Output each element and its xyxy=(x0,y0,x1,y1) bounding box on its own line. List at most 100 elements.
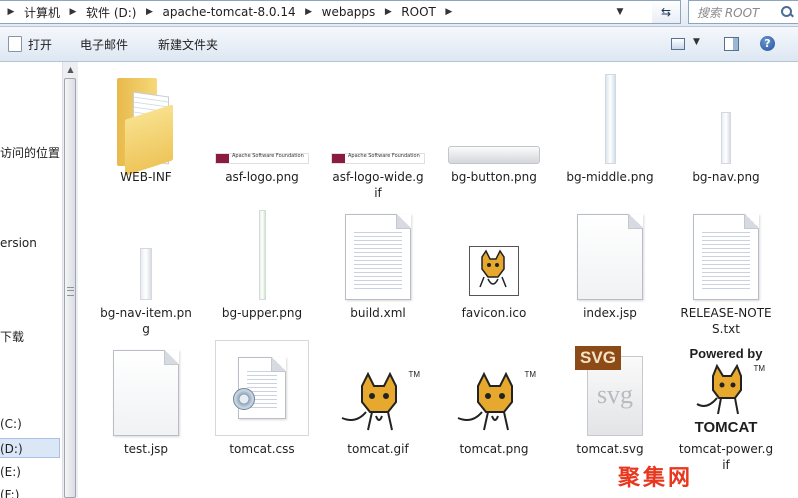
file-item[interactable]: bg-nav.png xyxy=(676,66,776,186)
nav-item-drive-e[interactable]: (E:) xyxy=(0,465,21,479)
nav-item-version[interactable]: ersion xyxy=(0,236,37,250)
navigation-pane: 访问的位置 ersion 下载 (C:) (D:) (E:) (F:) xyxy=(0,62,62,498)
file-name-line-1: RELEASE-NOTE xyxy=(680,306,772,320)
tomcat-favicon-icon xyxy=(444,202,544,302)
breadcrumb-webapps[interactable]: webapps xyxy=(318,1,380,23)
breadcrumb-separator[interactable]: ▶ xyxy=(379,1,397,23)
file-name: bg-upper.png xyxy=(221,306,303,320)
file-item[interactable]: Apache Software Foundation asf-logo.png xyxy=(212,66,312,186)
email-label: 电子邮件 xyxy=(80,37,129,52)
file-name: test.jsp xyxy=(123,442,169,456)
tomcat-word: TOMCAT xyxy=(694,419,758,436)
preview-pane-icon[interactable] xyxy=(724,37,739,51)
file-item[interactable]: bg-nav-item.pn g xyxy=(96,202,196,338)
breadcrumb-computer[interactable]: 计算机 xyxy=(20,1,64,23)
breadcrumb-drive-d[interactable]: 软件 (D:) xyxy=(82,1,140,23)
xml-file-icon xyxy=(328,202,428,302)
nav-item-drive-d[interactable]: (D:) xyxy=(0,442,23,456)
file-name: tomcat.css xyxy=(229,442,295,456)
file-item[interactable]: WEB-INF xyxy=(96,66,196,186)
jsp-file-icon xyxy=(96,338,196,438)
open-button[interactable]: 打开 xyxy=(8,35,52,53)
scrollbar-thumb[interactable] xyxy=(64,78,76,498)
folder-icon xyxy=(96,66,196,176)
nav-scrollbar[interactable]: ▲ xyxy=(62,62,78,498)
breadcrumb-tomcat[interactable]: apache-tomcat-8.0.14 xyxy=(158,1,299,23)
tomcat-image-icon: TM xyxy=(444,338,544,438)
file-name-line-2: if xyxy=(374,186,382,200)
svg-file-icon: SVG svg xyxy=(560,338,660,438)
file-name: bg-nav.png xyxy=(692,170,760,184)
asf-caption: Apache Software Foundation xyxy=(348,153,420,159)
search-input[interactable]: 搜索 ROOT xyxy=(688,0,798,24)
svg-glyph: svg xyxy=(596,380,634,409)
file-name: build.xml xyxy=(350,306,406,320)
command-toolbar: 打开 电子邮件 新建文件夹 ▼ ? xyxy=(0,27,798,62)
file-item[interactable]: RELEASE-NOTE S.txt xyxy=(676,202,776,338)
scroll-up-icon[interactable]: ▲ xyxy=(63,62,78,77)
file-name: tomcat.gif xyxy=(347,442,409,456)
refresh-button[interactable]: ⇆ xyxy=(652,0,681,24)
nav-item-drive-f[interactable]: (F:) xyxy=(0,488,19,498)
file-item[interactable]: test.jsp xyxy=(96,338,196,458)
file-name-line-2: g xyxy=(142,322,150,336)
file-item[interactable]: favicon.ico xyxy=(444,202,544,322)
tomcat-power-image-icon: Powered by TM TOMCAT xyxy=(676,338,776,438)
search-placeholder: 搜索 ROOT xyxy=(697,5,760,20)
help-icon[interactable]: ? xyxy=(760,36,775,51)
trademark-mark: TM xyxy=(524,370,536,379)
email-button[interactable]: 电子邮件 xyxy=(80,35,128,53)
new-folder-button[interactable]: 新建文件夹 xyxy=(158,35,218,53)
file-name: bg-button.png xyxy=(451,170,537,184)
image-thumbnail-icon xyxy=(444,66,544,166)
breadcrumb-separator[interactable]: ▶ xyxy=(0,1,20,23)
svg-badge: SVG xyxy=(575,346,621,370)
file-item[interactable]: Powered by TM TOMCAT tomcat-power.g if xyxy=(676,338,776,474)
new-folder-label: 新建文件夹 xyxy=(158,37,219,52)
change-view-icon[interactable] xyxy=(671,38,685,50)
breadcrumb[interactable]: ▶ 计算机 ▶ 软件 (D:) ▶ apache-tomcat-8.0.14 ▶… xyxy=(0,0,653,24)
file-item[interactable]: bg-middle.png xyxy=(560,66,660,186)
file-name: asf-logo.png xyxy=(225,170,299,184)
text-file-icon xyxy=(676,202,776,302)
breadcrumb-separator[interactable]: ▶ xyxy=(300,1,318,23)
nav-item-recent-places[interactable]: 访问的位置 xyxy=(0,144,60,161)
refresh-icon: ⇆ xyxy=(660,5,672,19)
jsp-file-icon xyxy=(560,202,660,302)
file-icon xyxy=(8,36,22,52)
nav-item-drive-c[interactable]: (C:) xyxy=(0,417,22,431)
file-name-line-1: tomcat-power.g xyxy=(678,442,774,456)
image-thumbnail-icon xyxy=(560,66,660,166)
address-dropdown-icon[interactable]: ▼ xyxy=(612,1,628,23)
file-name: tomcat.png xyxy=(459,442,529,456)
asf-caption: Apache Software Foundation xyxy=(232,153,304,159)
file-item[interactable]: bg-button.png xyxy=(444,66,544,186)
search-icon[interactable] xyxy=(779,4,795,20)
file-name: favicon.ico xyxy=(461,306,527,320)
breadcrumb-root[interactable]: ROOT xyxy=(397,1,440,23)
image-thumbnail-icon xyxy=(96,202,196,302)
file-name-line-1: bg-nav-item.pn xyxy=(100,306,192,320)
file-name: index.jsp xyxy=(583,306,637,320)
image-thumbnail-icon: Apache Software Foundation xyxy=(212,66,312,166)
file-item[interactable]: TM tomcat.gif xyxy=(328,338,428,458)
file-name: tomcat.svg xyxy=(576,442,644,456)
file-name: bg-middle.png xyxy=(566,170,654,184)
file-item[interactable]: bg-upper.png xyxy=(212,202,312,322)
css-file-icon xyxy=(212,338,312,438)
file-item[interactable]: tomcat.css xyxy=(212,338,312,458)
file-name-line-1: asf-logo-wide.g xyxy=(332,170,424,184)
breadcrumb-separator[interactable]: ▶ xyxy=(440,1,458,23)
file-item[interactable]: index.jsp xyxy=(560,202,660,322)
nav-item-downloads[interactable]: 下载 xyxy=(0,328,24,345)
breadcrumb-separator[interactable]: ▶ xyxy=(140,1,158,23)
file-item[interactable]: TM tomcat.png xyxy=(444,338,544,458)
powered-by-text: Powered by xyxy=(689,346,763,361)
file-item[interactable]: build.xml xyxy=(328,202,428,322)
image-thumbnail-icon xyxy=(676,66,776,166)
scroll-grip-icon xyxy=(67,287,74,296)
file-item[interactable]: SVG svg tomcat.svg xyxy=(560,338,660,458)
breadcrumb-separator[interactable]: ▶ xyxy=(64,1,82,23)
file-item[interactable]: Apache Software Foundation asf-logo-wide… xyxy=(328,66,428,202)
view-dropdown-icon[interactable]: ▼ xyxy=(693,37,700,47)
